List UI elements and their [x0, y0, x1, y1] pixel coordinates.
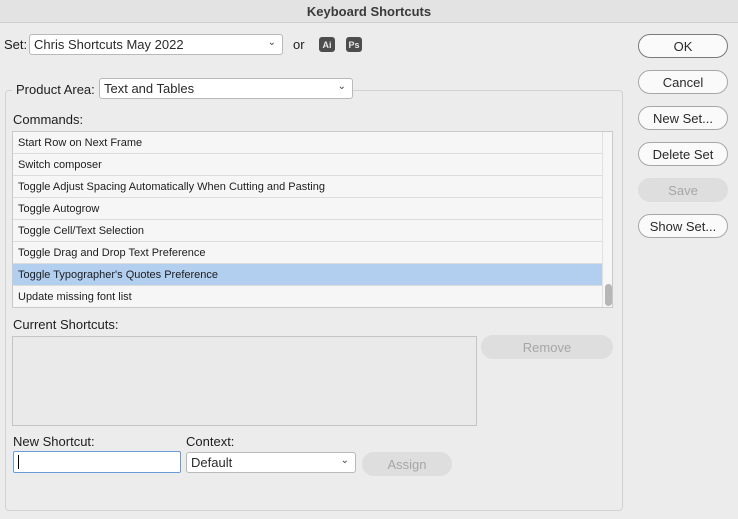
new-shortcut-input[interactable] [13, 451, 181, 473]
list-item[interactable]: Toggle Drag and Drop Text Preference [13, 242, 602, 264]
or-label: or [293, 37, 305, 52]
scrollbar[interactable] [602, 132, 612, 307]
set-dropdown[interactable]: Chris Shortcuts May 2022 ⌄ [29, 34, 283, 55]
chevron-down-icon: ⌄ [267, 37, 276, 48]
photoshop-icon[interactable]: Ps [346, 37, 362, 52]
set-dropdown-value: Chris Shortcuts May 2022 [34, 37, 184, 52]
list-item[interactable]: Toggle Adjust Spacing Automatically When… [13, 176, 602, 198]
chevron-down-icon: ⌄ [337, 81, 346, 92]
context-dropdown[interactable]: Default ⌄ [186, 452, 356, 473]
list-item[interactable]: Update missing font list [13, 286, 602, 307]
show-set-button[interactable]: Show Set... [638, 214, 728, 238]
delete-set-button[interactable]: Delete Set [638, 142, 728, 166]
current-shortcuts-list[interactable] [12, 336, 477, 426]
cancel-button[interactable]: Cancel [638, 70, 728, 94]
set-label: Set: [4, 37, 28, 52]
chevron-down-icon: ⌄ [340, 455, 349, 466]
remove-button[interactable]: Remove [481, 335, 613, 359]
context-label: Context: [186, 434, 235, 449]
new-set-button[interactable]: New Set... [638, 106, 728, 130]
save-button[interactable]: Save [638, 178, 728, 202]
product-area-legend: Product Area: [12, 78, 99, 100]
list-item[interactable]: Switch composer [13, 154, 602, 176]
product-area-label: Product Area: [16, 81, 95, 97]
list-item[interactable]: Start Row on Next Frame [13, 132, 602, 154]
scrollbar-thumb[interactable] [605, 284, 612, 306]
product-area-dropdown-value: Text and Tables [104, 81, 195, 96]
illustrator-icon[interactable]: Ai [319, 37, 335, 52]
window-title: Keyboard Shortcuts [0, 0, 738, 23]
product-area-dropdown[interactable]: Text and Tables ⌄ [99, 78, 353, 99]
list-item[interactable]: Toggle Autogrow [13, 198, 602, 220]
new-shortcut-label: New Shortcut: [13, 434, 95, 449]
commands-list[interactable]: Start Row on Next Frame Switch composer … [12, 131, 613, 308]
list-item-selected[interactable]: Toggle Typographer's Quotes Preference [13, 264, 602, 286]
text-caret [18, 455, 19, 469]
list-item[interactable]: Toggle Cell/Text Selection [13, 220, 602, 242]
commands-label: Commands: [13, 112, 84, 127]
current-shortcuts-label: Current Shortcuts: [13, 317, 119, 332]
context-dropdown-value: Default [191, 455, 233, 470]
ok-button[interactable]: OK [638, 34, 728, 58]
assign-button[interactable]: Assign [362, 452, 452, 476]
